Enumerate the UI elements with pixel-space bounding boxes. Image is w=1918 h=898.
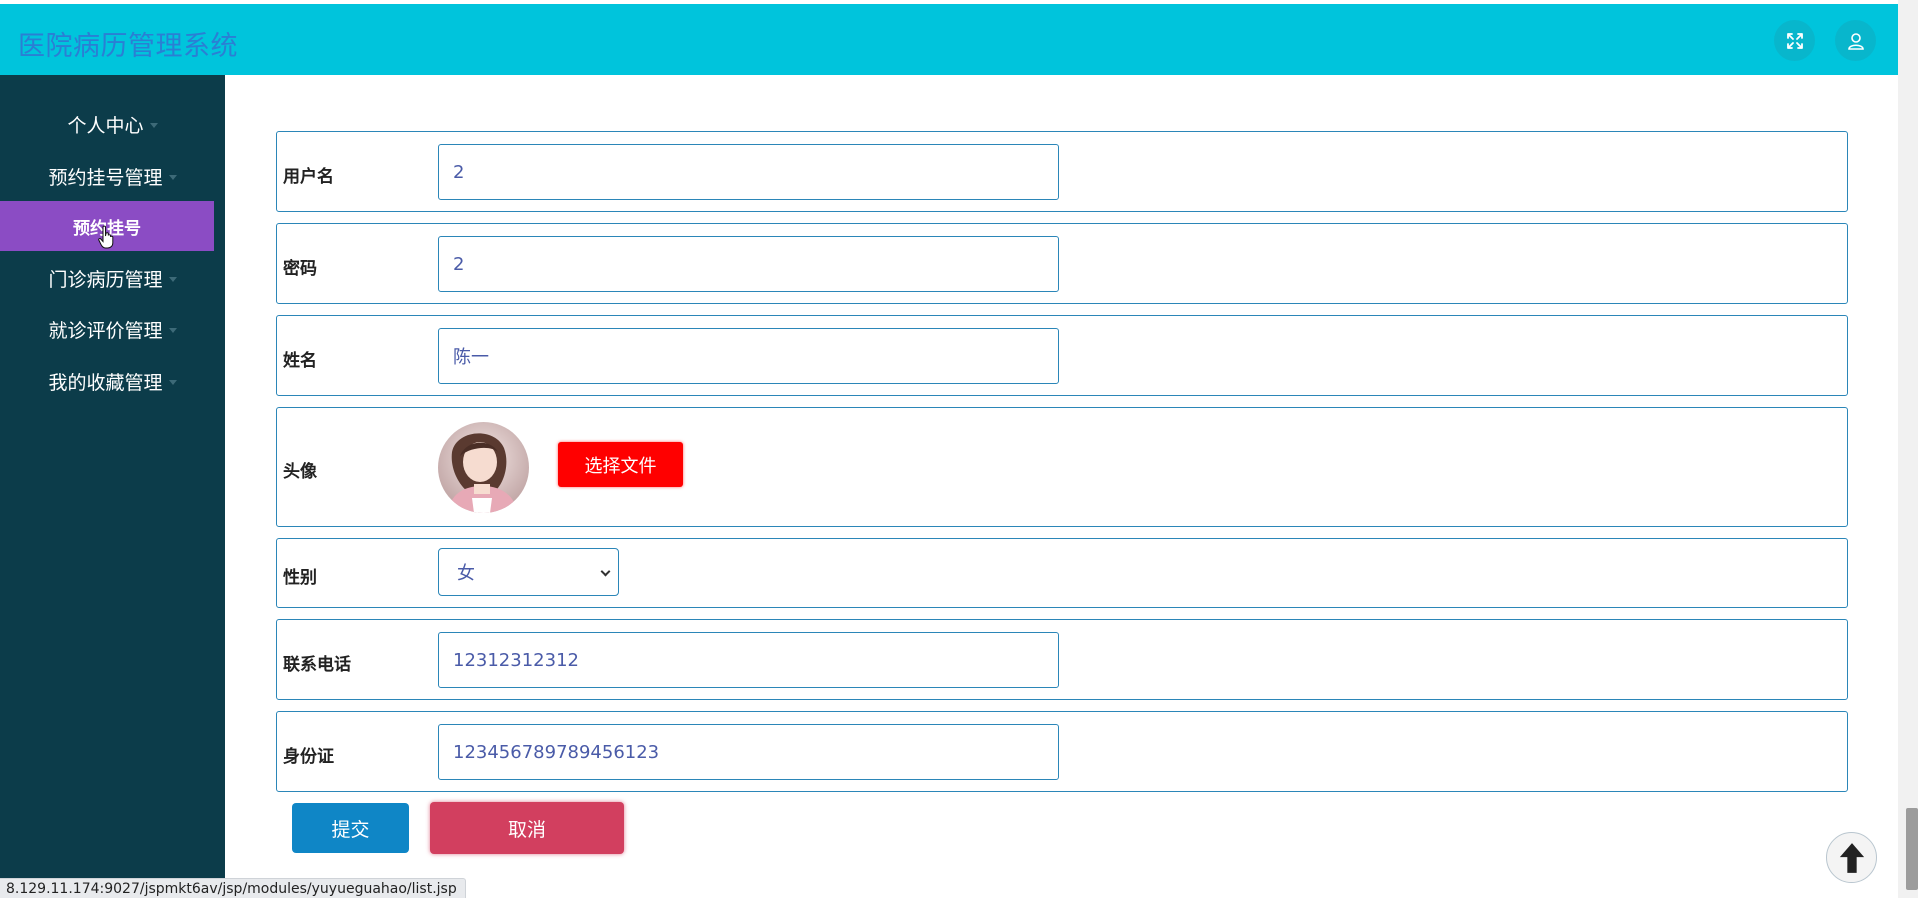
sidebar-item-appointment-management[interactable]: 预约挂号管理 xyxy=(0,156,225,196)
idcard-label: 身份证 xyxy=(283,747,334,767)
avatar-label: 头像 xyxy=(283,462,317,482)
avatar-image xyxy=(438,422,529,513)
app-title: 医院病历管理系统 xyxy=(18,31,238,62)
password-label: 密码 xyxy=(283,259,317,279)
phone-label: 联系电话 xyxy=(283,655,351,675)
caret-down-icon xyxy=(168,379,177,385)
name-row: 姓名 陈一 xyxy=(276,315,1848,396)
gender-label: 性别 xyxy=(283,568,317,588)
scrollbar-thumb[interactable] xyxy=(1906,808,1918,890)
sidebar-item-favorites[interactable]: 我的收藏管理 xyxy=(0,361,225,401)
phone-input[interactable]: 12312312312 xyxy=(438,632,1059,688)
submit-button[interactable]: 提交 xyxy=(292,803,409,853)
username-row: 用户名 2 xyxy=(276,131,1848,212)
choose-file-button[interactable]: 选择文件 xyxy=(558,442,683,487)
sidebar-item-label: 预约挂号管理 xyxy=(48,166,163,189)
gender-selected-value: 女 xyxy=(457,563,475,584)
chevron-down-icon xyxy=(600,566,611,577)
cancel-button[interactable]: 取消 xyxy=(430,802,624,854)
sidebar-item-label: 门诊病历管理 xyxy=(48,268,163,291)
username-input[interactable]: 2 xyxy=(438,144,1059,200)
back-to-top-button[interactable] xyxy=(1826,832,1877,883)
sidebar: 个人中心 预约挂号管理 预约挂号 门诊病历管理 就诊评价管理 我的收藏管理 xyxy=(0,75,225,898)
password-row: 密码 2 xyxy=(276,223,1848,304)
sidebar-item-outpatient-records[interactable]: 门诊病历管理 xyxy=(0,258,225,298)
sidebar-item-label: 我的收藏管理 xyxy=(48,371,163,394)
sidebar-item-label: 个人中心 xyxy=(67,114,144,137)
hand-cursor-icon xyxy=(98,225,114,249)
user-icon xyxy=(1847,32,1864,50)
phone-row: 联系电话 12312312312 xyxy=(276,619,1848,700)
gender-row: 性别 女 xyxy=(276,538,1848,608)
sidebar-item-personal-center[interactable]: 个人中心 xyxy=(0,104,225,144)
user-menu-button[interactable] xyxy=(1835,20,1876,61)
caret-down-icon xyxy=(149,122,158,128)
top-header: 医院病历管理系统 xyxy=(0,4,1898,75)
avatar-row: 头像 选择文件 xyxy=(276,407,1848,527)
status-bar-url: 8.129.11.174:9027/jspmkt6av/jsp/modules/… xyxy=(0,878,466,898)
idcard-row: 身份证 123456789789456123 xyxy=(276,711,1848,792)
gender-select[interactable]: 女 xyxy=(438,548,619,596)
caret-down-icon xyxy=(168,276,177,282)
caret-down-icon xyxy=(168,327,177,333)
username-label: 用户名 xyxy=(283,167,334,187)
scrollbar-track[interactable] xyxy=(1898,0,1918,898)
idcard-input[interactable]: 123456789789456123 xyxy=(438,724,1059,780)
fullscreen-button[interactable] xyxy=(1774,20,1815,61)
expand-arrows-icon xyxy=(1786,32,1803,49)
sidebar-item-label: 就诊评价管理 xyxy=(48,319,163,342)
arrow-up-icon xyxy=(1839,842,1864,873)
name-label: 姓名 xyxy=(283,351,317,371)
sidebar-item-visit-reviews[interactable]: 就诊评价管理 xyxy=(0,309,225,349)
caret-down-icon xyxy=(168,174,177,180)
password-input[interactable]: 2 xyxy=(438,236,1059,292)
name-input[interactable]: 陈一 xyxy=(438,328,1059,384)
